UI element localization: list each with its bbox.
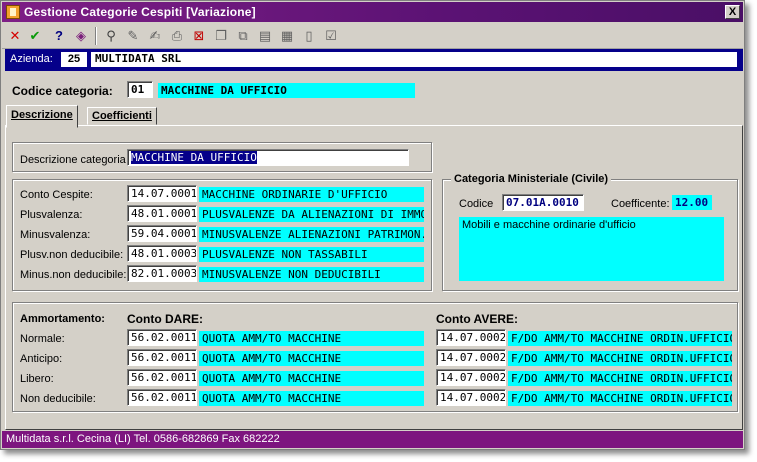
help-icon[interactable]: ? <box>50 27 68 45</box>
categoria-description: MACCHINE DA UFFICIO <box>158 83 415 98</box>
conto-label: Minus.non deducibile: <box>20 269 127 281</box>
avere-code-field[interactable]: 14.07.00020 <box>436 349 506 366</box>
conto-label: Plusvalenza: <box>20 209 83 221</box>
conto-label: Conto Cespite: <box>20 189 93 201</box>
delete-icon[interactable]: ⊠ <box>190 27 208 45</box>
avere-header: Conto AVERE: <box>436 312 518 326</box>
dare-description: QUOTA AMM/TO MACCHINE <box>199 371 424 386</box>
ministeriale-codice-label: Codice <box>459 198 494 210</box>
conto-label: Plusv.non deducibile: <box>20 249 124 261</box>
conto-description: MINUSVALENZE NON DEDUCIBILI <box>199 267 424 282</box>
copy-icon[interactable]: ❐ <box>212 27 230 45</box>
title-bar[interactable]: Gestione Categorie Cespiti [Variazione] … <box>2 2 743 22</box>
report-icon[interactable]: ▤ <box>256 27 274 45</box>
window-title: Gestione Categorie Cespiti [Variazione] <box>24 5 256 19</box>
avere-code-field[interactable]: 14.07.00020 <box>436 389 506 406</box>
edit-icon[interactable]: ✎ <box>124 27 142 45</box>
tab-coefficienti[interactable]: Coefficienti <box>87 107 157 125</box>
ministeriale-title: Categoria Ministeriale (Civile) <box>451 173 612 185</box>
avere-code-field[interactable]: 14.07.00020 <box>436 329 506 346</box>
checkbox-icon[interactable]: ☑ <box>322 27 340 45</box>
descrizione-value: MACCHINE DA UFFICIO <box>131 151 257 164</box>
avere-code-field[interactable]: 14.07.00020 <box>436 369 506 386</box>
ammortamento-row-label: Normale: <box>20 333 65 345</box>
dare-description: QUOTA AMM/TO MACCHINE <box>199 331 424 346</box>
azienda-code: 25 <box>61 52 87 67</box>
print-icon[interactable]: ⎙ <box>168 27 186 45</box>
conto-description: MINUSVALENZE ALIENAZIONI PATRIMON. <box>199 227 424 242</box>
conto-label: Minusvalenza: <box>20 229 91 241</box>
conto-code-field[interactable]: 48.01.00010 <box>127 205 197 222</box>
tab-descrizione[interactable]: Descrizione <box>6 105 78 128</box>
status-bar: Multidata s.r.l. Cecina (LI) Tel. 0586-6… <box>2 431 743 448</box>
descrizione-input[interactable]: MACCHINE DA UFFICIO <box>127 149 409 166</box>
dare-header: Conto DARE: <box>127 312 203 326</box>
conto-code-field[interactable]: 48.01.00030 <box>127 245 197 262</box>
close-button[interactable]: X <box>725 5 740 19</box>
ministeriale-coeff-label: Coefficente: <box>611 198 670 210</box>
ammortamento-label: Ammortamento: <box>20 313 105 325</box>
avere-description: F/DO AMM/TO MACCHINE ORDIN.UFFICIO <box>508 351 732 366</box>
ministeriale-codice-field[interactable]: 07.01A.0010 <box>502 194 584 211</box>
dare-description: QUOTA AMM/TO MACCHINE <box>199 351 424 366</box>
book-icon[interactable]: ◈ <box>72 27 90 45</box>
dare-code-field[interactable]: 56.02.00110 <box>127 349 197 366</box>
avere-description: F/DO AMM/TO MACCHINE ORDIN.UFFICIO <box>508 331 732 346</box>
descrizione-label: Descrizione categoria <box>20 154 126 166</box>
ammortamento-row-label: Non deducibile: <box>20 393 96 405</box>
avere-description: F/DO AMM/TO MACCHINE ORDIN.UFFICIO <box>508 371 732 386</box>
tab-panel-descrizione: Descrizione categoria MACCHINE DA UFFICI… <box>5 125 743 430</box>
dare-code-field[interactable]: 56.02.00110 <box>127 369 197 386</box>
image-icon[interactable]: ▦ <box>278 27 296 45</box>
tab-descrizione-label: Descrizione <box>11 109 73 121</box>
categoria-label: Codice categoria: <box>12 84 113 98</box>
ammortamento-row-label: Anticipo: <box>20 353 63 365</box>
dare-description: QUOTA AMM/TO MACCHINE <box>199 391 424 406</box>
cancel-icon[interactable]: ✕ <box>6 27 24 45</box>
conto-description: MACCHINE ORDINARIE D'UFFICIO <box>199 187 424 202</box>
avere-description: F/DO AMM/TO MACCHINE ORDIN.UFFICIO <box>508 391 732 406</box>
conto-description: PLUSVALENZE NON TASSABILI <box>199 247 424 262</box>
conto-description: PLUSVALENZE DA ALIENAZIONI DI IMMOB <box>199 207 424 222</box>
azienda-name: MULTIDATA SRL <box>91 52 737 67</box>
dare-code-field[interactable]: 56.02.00110 <box>127 389 197 406</box>
azienda-label: Azienda: <box>10 53 53 65</box>
dare-code-field[interactable]: 56.02.00110 <box>127 329 197 346</box>
conto-code-field[interactable]: 82.01.00030 <box>127 265 197 282</box>
ministeriale-coeff-value: 12.00 <box>672 195 712 210</box>
export-icon[interactable]: ⧉ <box>234 27 252 45</box>
categoria-code-field[interactable]: 01 <box>127 81 153 98</box>
blank-page-icon[interactable]: ▯ <box>300 27 318 45</box>
conto-code-field[interactable]: 59.04.00010 <box>127 225 197 242</box>
confirm-icon[interactable]: ✔ <box>26 27 44 45</box>
tab-coefficienti-label: Coefficienti <box>92 110 152 122</box>
toolbar-separator <box>95 27 97 45</box>
ministeriale-note: Mobili e macchine ordinarie d'ufficio <box>459 217 724 281</box>
main-window: Gestione Categorie Cespiti [Variazione] … <box>0 0 745 450</box>
azienda-bar: Azienda: 25 MULTIDATA SRL <box>5 49 743 71</box>
app-icon <box>6 5 20 19</box>
toolbar: ✕ ✔ ? ◈ ⚲ ✎ ✍ ⎙ ⊠ ❐ ⧉ ▤ ▦ ▯ ☑ <box>2 23 743 49</box>
find-icon[interactable]: ⚲ <box>102 27 120 45</box>
conto-code-field[interactable]: 14.07.00010 <box>127 185 197 202</box>
edit-doc-icon[interactable]: ✍ <box>146 27 164 45</box>
ammortamento-row-label: Libero: <box>20 373 54 385</box>
